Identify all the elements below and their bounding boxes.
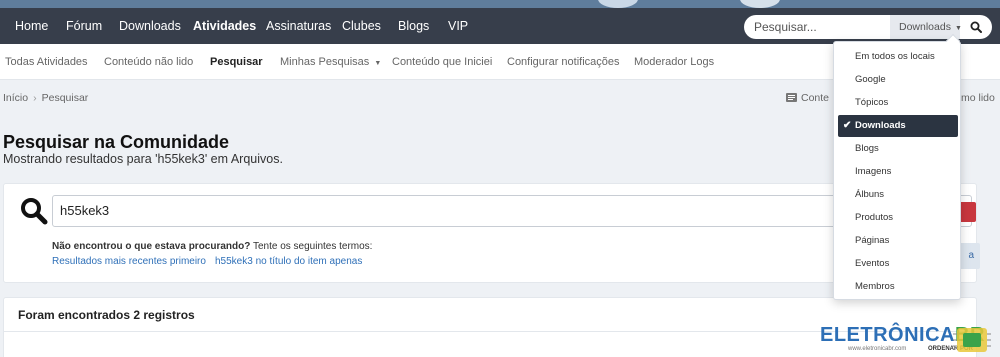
dropdown-item-downloads-label: Downloads — [855, 120, 906, 131]
nav-item-blogs[interactable]: Blogs — [398, 8, 429, 44]
subnav-todas-atividades[interactable]: Todas Atividades — [5, 44, 88, 80]
stream-icon — [786, 93, 797, 102]
nav-item-clubes[interactable]: Clubes — [342, 8, 381, 44]
subnav-pesquisar[interactable]: Pesquisar — [210, 44, 263, 80]
watermark-url: www.eletronicabr.com — [848, 346, 907, 352]
dropdown-item-blogs[interactable]: Blogs — [838, 138, 958, 160]
dropdown-item-membros[interactable]: Membros — [838, 276, 958, 298]
subnav-conteudo-que-iniciei[interactable]: Conteúdo que Iniciei — [392, 44, 492, 80]
unread-content-label: Conte — [801, 92, 830, 104]
suggestion-title-only[interactable]: h55kek3 no título do item apenas — [215, 256, 362, 267]
nav-item-downloads[interactable]: Downloads — [119, 8, 181, 44]
page-subtitle: Mostrando resultados para 'h55kek3' em A… — [3, 152, 283, 166]
dropdown-item-produtos[interactable]: Produtos — [838, 207, 958, 229]
dropdown-item-em-todos-os-locais[interactable]: Em todos os locais — [838, 46, 958, 68]
chevron-right-icon: › — [33, 92, 37, 104]
results-count-title: Foram encontrados 2 registros — [18, 308, 195, 322]
nav-item-atividades[interactable]: Atividades — [193, 8, 256, 44]
banner-decoration — [598, 0, 638, 8]
search-icon — [21, 198, 48, 225]
suggestion-newest-first[interactable]: Resultados mais recentes primeiro — [52, 256, 206, 267]
breadcrumb: Início › Pesquisar — [3, 92, 88, 104]
search-panel: h55kek3 Não encontrou o que estava procu… — [3, 183, 980, 283]
dropdown-item-paginas[interactable]: Páginas — [838, 230, 958, 252]
dropdown-item-albuns[interactable]: Álbuns — [838, 184, 958, 206]
checkmark-icon: ✔ — [843, 120, 852, 131]
search-scope-dropdown: Em todos os locais Google Tópicos ✔ Downl… — [833, 33, 961, 300]
search-input[interactable] — [754, 15, 884, 39]
subnav-minhas-pesquisas-label: Minhas Pesquisas — [280, 56, 370, 68]
page-title: Pesquisar na Comunidade — [3, 132, 230, 152]
dropdown-item-eventos[interactable]: Eventos — [838, 253, 958, 275]
nav-item-forum[interactable]: Fórum — [66, 8, 102, 44]
dropdown-item-imagens[interactable]: Imagens — [838, 161, 958, 183]
search-button[interactable] — [960, 15, 992, 39]
watermark-brand-main: ELETRÔNICA — [820, 324, 955, 346]
dropdown-item-topicos[interactable]: Tópicos — [838, 92, 958, 114]
watermark-logo: ELETRÔNICABR www.eletronicabr.com ORDENA… — [818, 322, 1000, 357]
unread-content-link[interactable]: Conte — [786, 92, 829, 104]
search-scope-select[interactable]: Downloads ▼ — [890, 15, 962, 39]
caret-down-icon: ▼ — [374, 60, 382, 67]
search-hint: Não encontrou o que estava procurando? T… — [52, 241, 372, 252]
search-icon — [970, 21, 982, 33]
dropdown-item-google[interactable]: Google — [838, 69, 958, 91]
subnav-configurar-notificacoes[interactable]: Configurar notificações — [507, 44, 620, 80]
subnav-moderador-logs[interactable]: Moderador Logs — [634, 44, 714, 80]
breadcrumb-home[interactable]: Início — [3, 92, 28, 104]
subnav-minhas-pesquisas[interactable]: Minhas Pesquisas ▼ — [280, 44, 381, 80]
chip-logo-icon — [953, 328, 991, 352]
mark-read-link[interactable]: mo lido — [961, 92, 995, 104]
dropdown-item-downloads[interactable]: ✔ Downloads — [838, 115, 958, 137]
nav-item-home[interactable]: Home — [15, 8, 48, 44]
subnav-conteudo-nao-lido[interactable]: Conteúdo não lido — [104, 44, 193, 80]
banner-decoration — [740, 0, 780, 8]
search-hint-rest: Tente os seguintes termos: — [250, 241, 373, 252]
top-banner-strip — [0, 0, 1000, 8]
search-scope-label: Downloads — [899, 21, 951, 33]
search-hint-bold: Não encontrou o que estava procurando? — [52, 241, 251, 252]
nav-item-assinaturas[interactable]: Assinaturas — [266, 8, 331, 44]
nav-item-vip[interactable]: VIP — [448, 8, 468, 44]
breadcrumb-current: Pesquisar — [41, 92, 89, 104]
